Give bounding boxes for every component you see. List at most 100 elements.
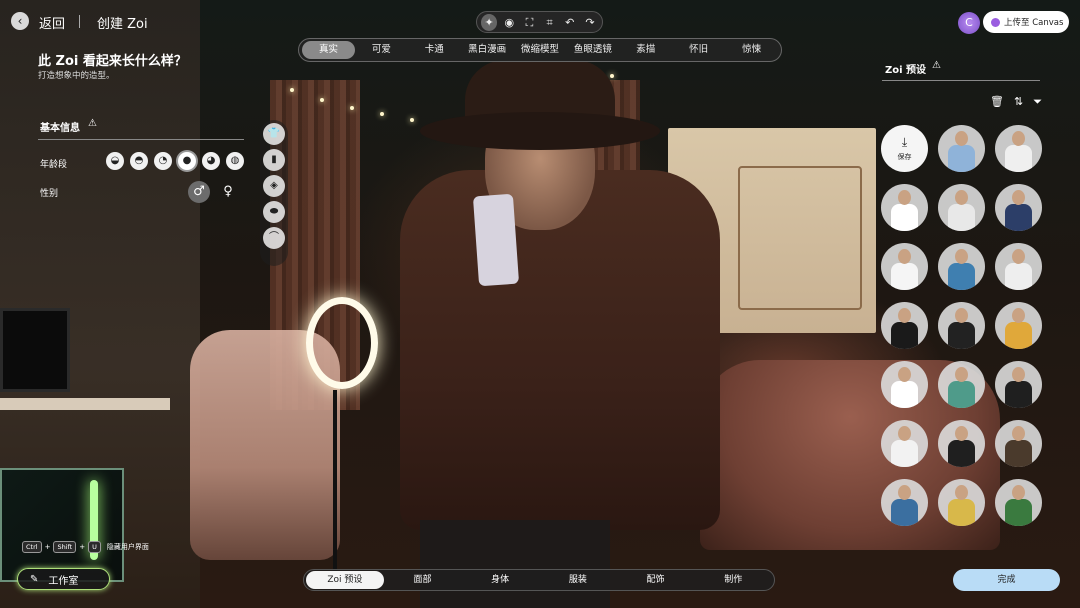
trash-icon[interactable]: 🗑	[990, 95, 1004, 109]
middle-age-icon[interactable]: ◕	[202, 152, 220, 170]
adult-icon[interactable]: ●	[178, 152, 196, 170]
preset-tile[interactable]	[881, 243, 928, 290]
preset-tile[interactable]	[995, 302, 1042, 349]
preset-tile[interactable]	[938, 302, 985, 349]
age-options: ◒ ◓ ◔ ● ◕ ◍	[106, 152, 244, 170]
teen-icon[interactable]: ◔	[154, 152, 172, 170]
filter-icon[interactable]: ⏷	[1033, 95, 1042, 109]
warning-icon[interactable]: ⚠	[932, 60, 941, 71]
sparkle-icon[interactable]: ✦	[481, 13, 498, 31]
preset-tile[interactable]	[995, 184, 1042, 231]
baby-icon[interactable]: ◒	[106, 152, 124, 170]
preset-outfit	[891, 499, 918, 526]
tab-clothing[interactable]: 服装	[539, 571, 617, 589]
preset-outfit	[1005, 145, 1032, 172]
preset-face	[898, 485, 911, 500]
preset-outfit	[1005, 204, 1032, 231]
plus-sign: +	[44, 543, 51, 551]
question-subtitle: 打造想象中的造型。	[38, 71, 115, 81]
preset-tile[interactable]	[881, 302, 928, 349]
preset-tile[interactable]	[881, 361, 928, 408]
tab-zoi-presets[interactable]: Zoi 预设	[306, 571, 384, 589]
preset-outfit	[891, 440, 918, 467]
preset-tile[interactable]	[995, 420, 1042, 467]
preset-tile[interactable]	[995, 243, 1042, 290]
preset-face	[955, 426, 968, 441]
redo-icon[interactable]: ↷	[582, 14, 598, 31]
female-icon[interactable]: ♀	[220, 181, 236, 203]
wand-icon: ✎	[30, 573, 39, 585]
preset-face	[1012, 367, 1025, 382]
download-icon: ⤓	[901, 135, 908, 149]
preset-tools: 🗑 ⇅ ⏷	[990, 95, 1042, 109]
child-icon[interactable]: ◓	[130, 152, 148, 170]
preset-tile[interactable]	[938, 420, 985, 467]
preset-face	[955, 131, 968, 146]
outfit-icon[interactable]: ◈	[263, 175, 285, 197]
preset-tile[interactable]	[881, 420, 928, 467]
hide-ui-shortcut: Ctrl + Shift + U 隐藏用户界面	[22, 541, 149, 553]
focus-icon[interactable]: ⌗	[542, 14, 558, 31]
tab-accessories[interactable]: 配饰	[617, 571, 695, 589]
divider	[38, 139, 244, 140]
sort-icon[interactable]: ⇅	[1014, 95, 1023, 109]
filter-thriller[interactable]: 惊悚	[725, 41, 778, 59]
preset-outfit	[1005, 499, 1032, 526]
zoi-character[interactable]	[380, 60, 740, 608]
preset-tile[interactable]	[995, 125, 1042, 172]
preset-face	[955, 367, 968, 382]
camera-icon[interactable]: ◉	[501, 14, 517, 31]
tab-body[interactable]: 身体	[461, 571, 539, 589]
save-preset-button[interactable]: ⤓ 保存	[881, 125, 928, 172]
age-label: 年龄段	[40, 160, 68, 170]
back-button[interactable]: 返回	[39, 13, 65, 32]
filter-miniature[interactable]: 微缩模型	[514, 41, 567, 59]
preset-face	[955, 249, 968, 264]
male-icon[interactable]: ♂	[188, 181, 210, 203]
style-filter-bar: 真实 可爱 卡通 黑白漫画 微缩模型 鱼眼透镜 素描 怀旧 惊悚	[298, 38, 782, 62]
preset-tile[interactable]	[938, 125, 985, 172]
account-avatar[interactable]: C	[958, 12, 980, 34]
back-icon[interactable]: ‹	[11, 12, 29, 30]
frame-icon[interactable]: ⛶	[521, 14, 537, 31]
preset-outfit	[1005, 322, 1032, 349]
preset-tile[interactable]	[995, 479, 1042, 526]
filter-cute[interactable]: 可爱	[355, 41, 408, 59]
shoes-icon[interactable]: ⬬	[263, 201, 285, 223]
filter-cartoon[interactable]: 卡通	[408, 41, 461, 59]
filter-fisheye[interactable]: 鱼眼透镜	[566, 41, 619, 59]
preset-tile[interactable]	[881, 479, 928, 526]
studio-label: 工作室	[48, 575, 79, 587]
preset-face	[1012, 190, 1025, 205]
done-button[interactable]: 完成	[953, 569, 1060, 591]
preset-outfit	[948, 322, 975, 349]
tab-create[interactable]: 制作	[694, 571, 772, 589]
preset-tile[interactable]	[938, 479, 985, 526]
preset-outfit	[891, 204, 918, 231]
preset-outfit	[1005, 440, 1032, 467]
pants-icon[interactable]: ▮	[263, 149, 285, 171]
save-label: 保存	[897, 153, 912, 161]
tripod	[333, 390, 337, 580]
tab-face[interactable]: 面部	[384, 571, 462, 589]
filter-vintage[interactable]: 怀旧	[672, 41, 725, 59]
preset-tile[interactable]	[881, 184, 928, 231]
preset-outfit	[948, 499, 975, 526]
studio-button[interactable]: ✎ 工作室	[17, 568, 110, 590]
top-icon[interactable]: 👕	[263, 123, 285, 145]
basic-info-heading: 基本信息	[40, 123, 80, 134]
filter-sketch[interactable]: 素描	[619, 41, 672, 59]
preset-outfit	[891, 381, 918, 408]
warning-icon[interactable]: ⚠	[88, 118, 97, 129]
filter-realistic[interactable]: 真实	[302, 41, 355, 59]
undo-icon[interactable]: ↶	[562, 14, 578, 31]
preset-tile[interactable]	[938, 243, 985, 290]
preset-tile[interactable]	[938, 361, 985, 408]
elder-icon[interactable]: ◍	[226, 152, 244, 170]
preset-tile[interactable]	[938, 184, 985, 231]
upload-canvas-button[interactable]: 上传至 Canvas	[983, 11, 1069, 33]
preset-tile[interactable]	[995, 361, 1042, 408]
preset-outfit	[1005, 263, 1032, 290]
filter-bw-comic[interactable]: 黑白漫画	[461, 41, 514, 59]
hat-icon[interactable]: ⌒	[263, 227, 285, 249]
